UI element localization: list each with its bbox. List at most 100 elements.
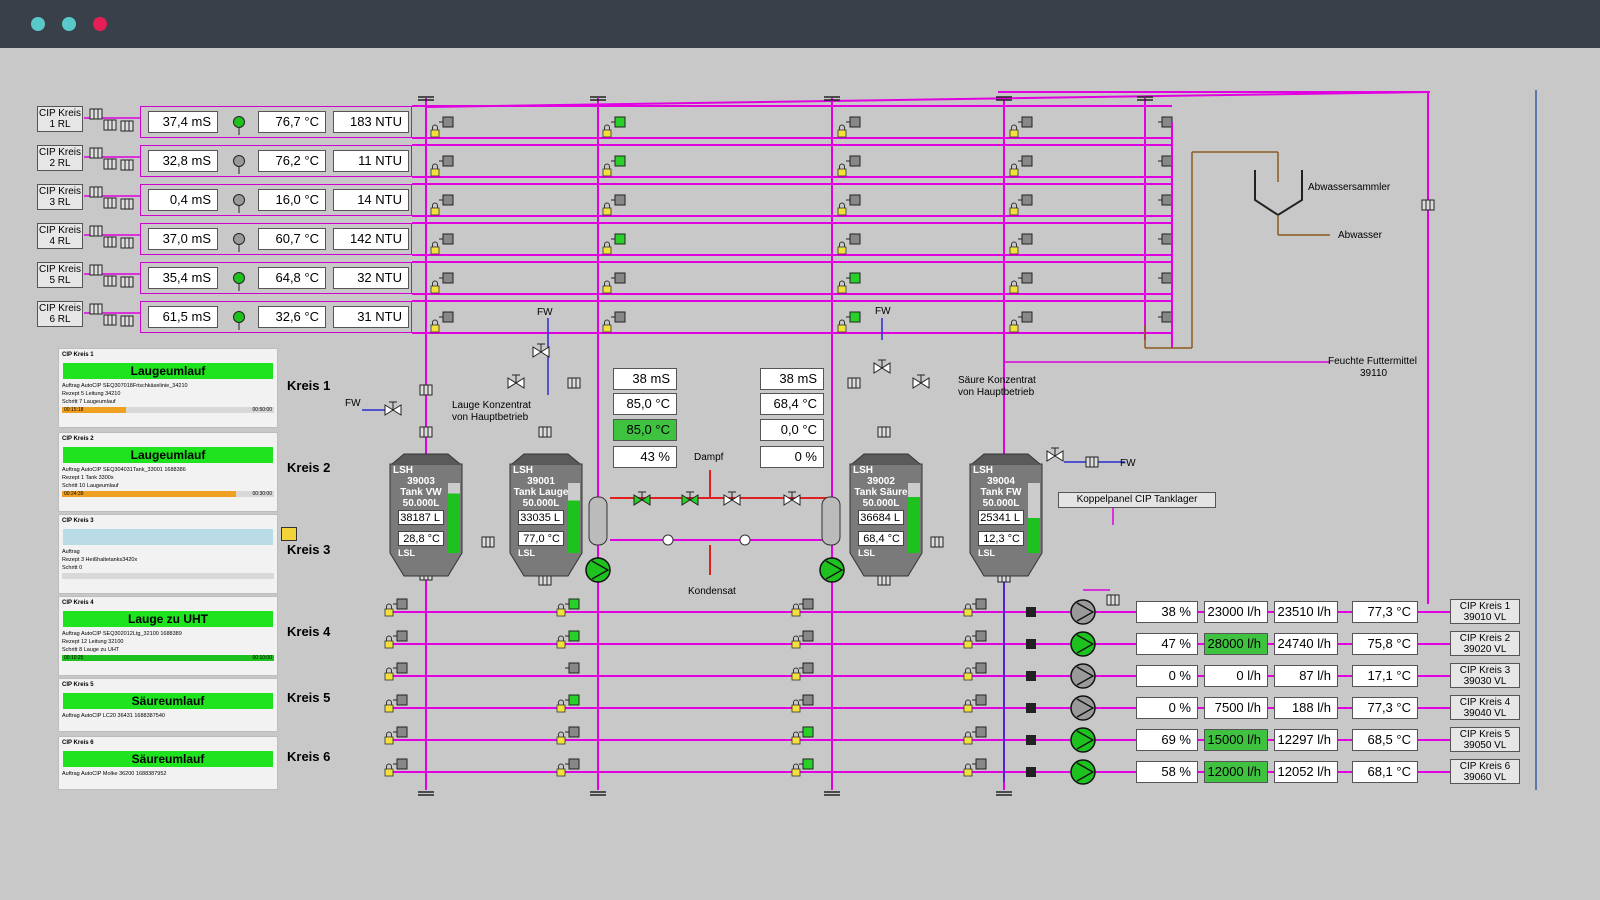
tank-high-level-tag: LSH bbox=[393, 465, 413, 476]
progress-fill bbox=[62, 655, 274, 661]
temperature-value: 76,7 °C bbox=[258, 111, 326, 133]
cip-label-line1: CIP Kreis bbox=[38, 186, 82, 197]
conductivity-value: 38 mS bbox=[760, 368, 824, 390]
cip-kreis-card[interactable]: CIP Kreis 4 Lauge zu UHT Auftrag AutoCIP S… bbox=[58, 596, 278, 676]
lock-icon[interactable] bbox=[281, 527, 297, 541]
tank-volume: 33035 L bbox=[518, 510, 564, 525]
target-time: 00:50:00 bbox=[252, 407, 272, 413]
card-title: CIP Kreis 3 bbox=[62, 518, 94, 524]
steam-label: Dampf bbox=[694, 452, 724, 463]
tank-name: Tank Säure bbox=[854, 487, 908, 498]
lauge-concentrate-label: Lauge Konzentrat bbox=[452, 400, 531, 411]
cip-kreis-vl-label[interactable]: CIP Kreis 3 39030 VL bbox=[1450, 663, 1520, 688]
cip-kreis-vl-label[interactable]: CIP Kreis 5 39050 VL bbox=[1450, 727, 1520, 752]
kreis-label: Kreis 1 bbox=[287, 378, 331, 393]
temperature-value: 68,1 °C bbox=[1352, 761, 1418, 783]
turbidity-value: 14 NTU bbox=[333, 189, 409, 211]
cip-kreis-card[interactable]: CIP Kreis 5 Säureumlauf Auftrag AutoCIP LC… bbox=[58, 678, 278, 732]
cip-kreis-card[interactable]: CIP Kreis 1 Laugeumlauf Auftrag AutoCIP SE… bbox=[58, 348, 278, 428]
koppelpanel-button[interactable]: Koppelpanel CIP Tanklager bbox=[1058, 492, 1216, 508]
conductivity-value: 37,4 mS bbox=[148, 111, 218, 133]
conductivity-value: 38 mS bbox=[613, 368, 677, 390]
order-line: Auftrag AutoCIP LC20 36431 1688387540 bbox=[62, 713, 165, 719]
recipe-line: Rezept 12 Leitung 32100 bbox=[62, 639, 124, 645]
turbidity-value: 142 NTU bbox=[333, 228, 409, 250]
elapsed-time: 00:24:39 bbox=[64, 491, 84, 497]
order-line: Auftrag bbox=[62, 549, 80, 555]
flow-setpoint[interactable]: 0 l/h bbox=[1204, 665, 1268, 687]
recipe-line: Rezept 3 Heißhaltetanks3420x bbox=[62, 557, 138, 563]
tank-volume: 25341 L bbox=[978, 510, 1024, 525]
conductivity-value: 0,4 mS bbox=[148, 189, 218, 211]
flow-value: 12052 l/h bbox=[1274, 761, 1338, 783]
flow-setpoint[interactable]: 28000 l/h bbox=[1204, 633, 1268, 655]
temperature-value: 76,2 °C bbox=[258, 150, 326, 172]
status-indicator bbox=[233, 194, 245, 206]
turbidity-value: 183 NTU bbox=[333, 111, 409, 133]
pump-speed-value: 0 % bbox=[1136, 697, 1198, 719]
cip-kreis-card[interactable]: CIP Kreis 6 Säureumlauf Auftrag AutoCIP Mo… bbox=[58, 736, 278, 790]
program-status-bar: Lauge zu UHT bbox=[63, 611, 273, 627]
vl-label-line2: 39040 VL bbox=[1463, 708, 1507, 719]
cip-label-line2: 5 RL bbox=[49, 275, 71, 286]
vl-label-line1: CIP Kreis 3 bbox=[1459, 665, 1511, 676]
temperature-value: 85,0 °C bbox=[613, 393, 677, 415]
program-status-bar: Laugeumlauf bbox=[63, 447, 273, 463]
tank-name: Tank VW bbox=[400, 487, 442, 498]
tank-high-level-tag: LSH bbox=[853, 465, 873, 476]
tank-label: LSH 39002 Tank Säure 50.000L bbox=[853, 465, 909, 509]
temperature-value: 16,0 °C bbox=[258, 189, 326, 211]
cip-label-line1: CIP Kreis bbox=[38, 147, 82, 158]
tank-capacity: 50.000L bbox=[402, 498, 440, 509]
flow-value: 87 l/h bbox=[1274, 665, 1338, 687]
tank-name: Tank Lauge bbox=[513, 487, 569, 498]
waste-collector-label: Abwassersammler bbox=[1308, 182, 1391, 193]
target-time: 00:10:00 bbox=[252, 655, 272, 661]
tank-label: LSH 39001 Tank Lauge 50.000L bbox=[513, 465, 569, 509]
temperature-value: 60,7 °C bbox=[258, 228, 326, 250]
tank-low-level-tag: LSL bbox=[518, 548, 535, 558]
valve-position: 0 % bbox=[760, 446, 824, 468]
cip-kreis-card[interactable]: CIP Kreis 3 Auftrag Rezept 3 Heißhaltetank… bbox=[58, 514, 297, 594]
cip-kreis-rl-label: CIP Kreis 5 RL bbox=[37, 262, 83, 288]
flow-setpoint[interactable]: 12000 l/h bbox=[1204, 761, 1268, 783]
tank-label: LSH 39003 Tank VW 50.000L bbox=[393, 465, 449, 509]
flow-setpoint[interactable]: 7500 l/h bbox=[1204, 697, 1268, 719]
flow-setpoint[interactable]: 23000 l/h bbox=[1204, 601, 1268, 623]
kreis-label: Kreis 5 bbox=[287, 690, 331, 705]
cip-kreis-card[interactable]: CIP Kreis 2 Laugeumlauf Auftrag AutoCIP SE… bbox=[58, 432, 278, 512]
vl-label-line1: CIP Kreis 6 bbox=[1459, 761, 1511, 772]
kreis-label: Kreis 6 bbox=[287, 749, 331, 764]
flow-value: 24740 l/h bbox=[1274, 633, 1338, 655]
tank-id: 39001 bbox=[527, 476, 555, 487]
tank-high-level-tag: LSH bbox=[513, 465, 533, 476]
temperature-setpoint: 0,0 °C bbox=[760, 419, 824, 441]
pump-speed-value: 58 % bbox=[1136, 761, 1198, 783]
vl-label-line1: CIP Kreis 4 bbox=[1459, 697, 1511, 708]
cip-label-line2: 6 RL bbox=[49, 314, 71, 325]
cip-label-line1: CIP Kreis bbox=[38, 264, 82, 275]
cip-label-line2: 2 RL bbox=[49, 158, 71, 169]
status-indicator bbox=[233, 116, 245, 128]
vl-label-line1: CIP Kreis 2 bbox=[1459, 633, 1511, 644]
conductivity-value: 35,4 mS bbox=[148, 267, 218, 289]
pump-speed-value: 69 % bbox=[1136, 729, 1198, 751]
card-title: CIP Kreis 6 bbox=[62, 740, 94, 746]
cip-kreis-vl-label[interactable]: CIP Kreis 1 39010 VL bbox=[1450, 599, 1520, 624]
cip-kreis-rl-label: CIP Kreis 2 RL bbox=[37, 145, 83, 171]
order-line: Auftrag AutoCIP Molke 36200 1688387952 bbox=[62, 771, 167, 777]
temperature-value: 77,3 °C bbox=[1352, 697, 1418, 719]
card-title: CIP Kreis 4 bbox=[62, 600, 94, 606]
cip-kreis-vl-label[interactable]: CIP Kreis 4 39040 VL bbox=[1450, 695, 1520, 720]
tank-capacity: 50.000L bbox=[982, 498, 1020, 509]
tank-temperature: 12,3 °C bbox=[978, 531, 1024, 546]
cip-label-line2: 4 RL bbox=[49, 236, 71, 247]
cip-kreis-vl-label[interactable]: CIP Kreis 6 39060 VL bbox=[1450, 759, 1520, 784]
vl-label-line1: CIP Kreis 5 bbox=[1459, 729, 1511, 740]
tank-temperature: 77,0 °C bbox=[518, 531, 564, 546]
temperature-value: 68,4 °C bbox=[760, 393, 824, 415]
order-line: Auftrag AutoCIP SEQ302012Ltg_32100 16883… bbox=[62, 631, 182, 637]
saeure-concentrate-label: Säure Konzentrat bbox=[958, 375, 1036, 386]
flow-setpoint[interactable]: 15000 l/h bbox=[1204, 729, 1268, 751]
cip-kreis-vl-label[interactable]: CIP Kreis 2 39020 VL bbox=[1450, 631, 1520, 656]
